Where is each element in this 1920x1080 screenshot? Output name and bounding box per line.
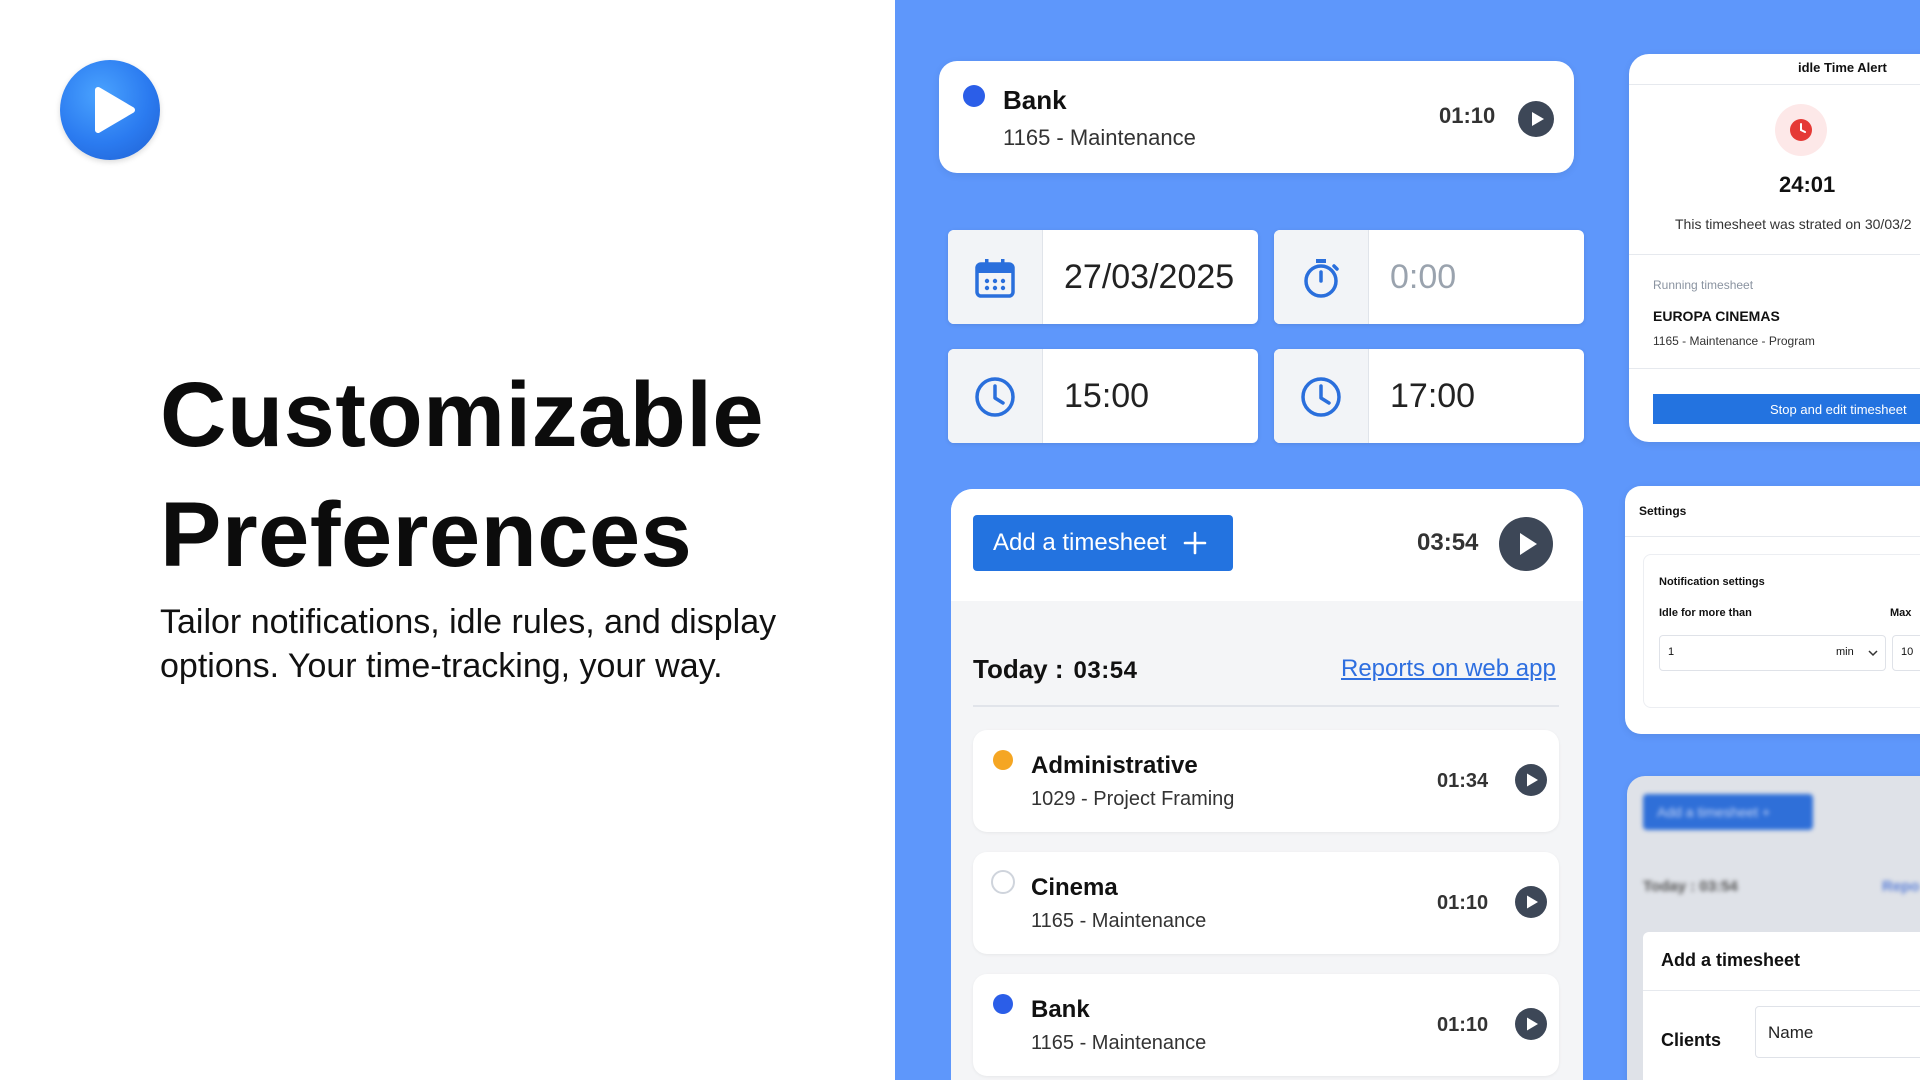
divider (1629, 84, 1920, 85)
divider (1643, 990, 1920, 991)
hero-title-line1: Customizable (160, 364, 765, 466)
entry-name: Bank (1003, 85, 1067, 115)
calendar-icon (948, 230, 1043, 324)
idle-unit: min (1836, 646, 1854, 658)
status-dot (993, 994, 1013, 1014)
idle-alert-title: idle Time Alert (1798, 60, 1887, 75)
stopwatch-icon (1274, 230, 1369, 324)
item-time: 01:34 (1437, 770, 1489, 792)
today-summary: Today : 03:54 (973, 654, 1137, 685)
clock-icon (948, 349, 1043, 443)
status-dot (991, 870, 1015, 894)
client-name-input[interactable]: Name (1755, 1006, 1920, 1058)
add-timesheet-label: Add a timesheet + (1657, 804, 1771, 820)
start-time-value: 15:00 (1064, 377, 1150, 415)
item-time: 01:10 (1437, 1014, 1489, 1036)
stop-edit-button[interactable]: Stop and edit timesheet (1653, 394, 1920, 424)
play-icon[interactable] (1515, 1008, 1547, 1040)
alert-message: This timesheet was strated on 30/03/2 (1675, 216, 1912, 232)
item-subtitle: 1165 - Maintenance (1031, 910, 1207, 932)
max-value: 10 (1901, 646, 1914, 658)
status-dot (993, 750, 1013, 770)
item-subtitle: 1029 - Project Framing (1031, 788, 1235, 810)
timesheet-panel: Add a timesheet 03:54 Today : 03:54 Repor… (951, 489, 1583, 1080)
add-timesheet-button[interactable]: Add a timesheet (973, 515, 1233, 571)
intro-panel: Customizable Preferences Tailor notifica… (0, 0, 895, 1080)
max-label: Max (1890, 607, 1912, 619)
notification-settings-panel: Notification settings Idle for more than… (1643, 554, 1920, 708)
client-name-placeholder: Name (1768, 1023, 1814, 1042)
add-timesheet-button: Add a timesheet + (1643, 794, 1813, 830)
running-label: Running timesheet (1653, 278, 1754, 292)
today-label: Today : (973, 654, 1064, 684)
list-item[interactable]: Cinema 1165 - Maintenance 01:10 (973, 852, 1559, 954)
end-time-field[interactable]: 17:00 (1274, 349, 1584, 443)
app-showcase: Bank 1165 - Maintenance 01:10 27/03/2025 (895, 0, 1920, 1080)
item-name: Administrative (1031, 752, 1198, 779)
entry-time: 01:10 (1439, 103, 1496, 128)
reports-link[interactable]: Reports on web app (1341, 655, 1556, 683)
add-timesheet-card: Add a timesheet + Today : 03:54 Repo Add… (1627, 776, 1920, 1080)
settings-card: Settings Notification settings Idle for … (1625, 486, 1920, 734)
item-name: Cinema (1031, 874, 1118, 901)
add-timesheet-form: Add a timesheet Clients Name (1643, 932, 1920, 1080)
divider (1629, 254, 1920, 255)
play-logo-icon (60, 60, 160, 160)
entry-subtitle: 1165 - Maintenance (1003, 125, 1196, 150)
end-time-value: 17:00 (1390, 377, 1476, 415)
running-subtitle: 1165 - Maintenance - Program (1653, 334, 1815, 348)
today-summary: Today : 03:54 (1643, 878, 1738, 895)
hero-subtitle: Tailor notifications, idle rules, and di… (160, 603, 777, 685)
start-time-field[interactable]: 15:00 (948, 349, 1258, 443)
hero-title: Customizable Preferences (160, 355, 880, 595)
divider (973, 705, 1559, 707)
stop-edit-label: Stop and edit timesheet (1770, 402, 1907, 417)
timesheet-list: Today : 03:54 Reports on web app Administ… (951, 601, 1583, 1080)
max-input[interactable]: 10 (1892, 635, 1920, 671)
alert-clock-icon (1775, 104, 1827, 156)
play-icon[interactable] (1515, 886, 1547, 918)
form-title: Add a timesheet (1661, 950, 1801, 970)
current-entry-card[interactable]: Bank 1165 - Maintenance 01:10 (939, 61, 1574, 173)
background-preview: Add a timesheet + Today : 03:54 Repo (1627, 776, 1920, 946)
reports-link: Repo (1882, 878, 1920, 895)
timesheet-panel-header: Add a timesheet 03:54 (951, 489, 1583, 602)
item-time: 01:10 (1437, 892, 1489, 914)
date-value: 27/03/2025 (1064, 258, 1235, 296)
list-item[interactable]: Bank 1165 - Maintenance 01:10 (973, 974, 1559, 1076)
date-field[interactable]: 27/03/2025 (948, 230, 1258, 324)
add-timesheet-label: Add a timesheet (993, 529, 1167, 556)
idle-label: Idle for more than (1659, 607, 1752, 619)
item-name: Bank (1031, 996, 1090, 1023)
elapsed-time: 24:01 (1779, 172, 1836, 197)
today-value: 03:54 (1073, 657, 1138, 684)
play-icon[interactable] (1515, 764, 1547, 796)
play-icon[interactable] (1499, 517, 1553, 571)
idle-alert-header: idle Time Alert (1629, 54, 1920, 84)
list-item[interactable]: Administrative 1029 - Project Framing 01… (973, 730, 1559, 832)
total-time: 03:54 (1417, 529, 1479, 556)
duration-value: 0:00 (1390, 258, 1457, 296)
idle-alert-card: idle Time Alert 24:01 This timesheet was… (1629, 54, 1920, 442)
hero-title-line2: Preferences (160, 484, 693, 586)
plus-icon (1183, 531, 1207, 555)
play-icon[interactable] (1518, 101, 1554, 137)
status-dot (963, 85, 985, 107)
divider (1629, 368, 1920, 369)
idle-value: 1 (1668, 646, 1675, 658)
item-subtitle: 1165 - Maintenance (1031, 1032, 1207, 1054)
running-name: EUROPA CINEMAS (1653, 308, 1780, 324)
chevron-down-icon (1868, 650, 1878, 657)
clock-icon (1274, 349, 1369, 443)
divider (1625, 536, 1920, 537)
section-title: Notification settings (1659, 576, 1765, 588)
duration-field[interactable]: 0:00 (1274, 230, 1584, 324)
settings-title: Settings (1639, 504, 1687, 518)
idle-input[interactable]: 1 min (1659, 635, 1886, 671)
clients-label: Clients (1661, 1030, 1722, 1050)
